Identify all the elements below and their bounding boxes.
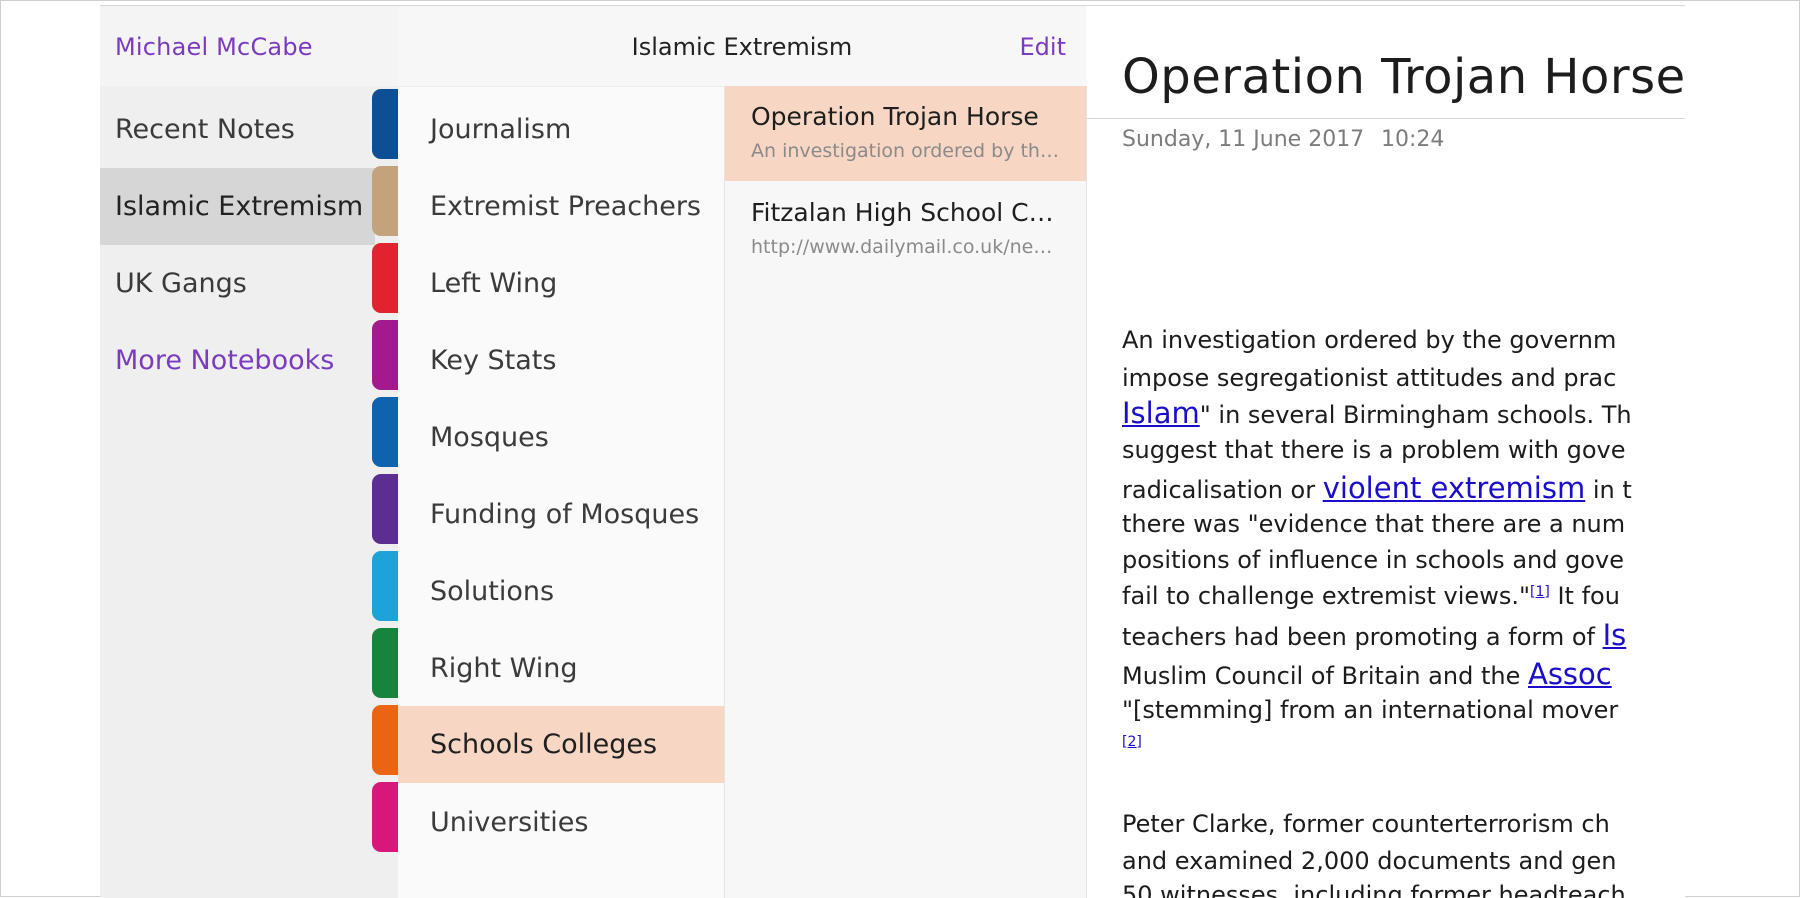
section-left-wing[interactable]: Left Wing <box>398 245 724 322</box>
notebooks-header: Michael McCabe <box>100 6 398 86</box>
notebooks-panel: Michael McCabe Recent Notes Islamic Extr… <box>100 6 398 898</box>
page-preview: An investigation ordered by the governme… <box>751 140 1060 162</box>
pages-panel: Operation Trojan Horse An investigation … <box>725 86 1087 898</box>
link-islam[interactable]: Islam <box>1122 396 1200 430</box>
notebook-header: Islamic Extremism Edit <box>398 6 1086 87</box>
page-title: Operation Trojan Horse <box>751 102 1039 131</box>
title-divider <box>1087 118 1685 119</box>
page-item-operation-trojan-horse[interactable]: Operation Trojan Horse An investigation … <box>725 86 1086 181</box>
link-association[interactable]: Assoc <box>1528 657 1612 691</box>
section-solutions[interactable]: Solutions <box>398 553 724 630</box>
note-title[interactable]: Operation Trojan Horse <box>1122 49 1685 105</box>
page-title: Fitzalan High School College <box>751 198 1060 227</box>
note-time: 10:24 <box>1381 127 1445 152</box>
section-schools-colleges[interactable]: Schools Colleges <box>398 706 724 783</box>
section-extremist-preachers[interactable]: Extremist Preachers <box>398 168 724 245</box>
link-islam-2[interactable]: Is <box>1603 618 1627 652</box>
more-notebooks-link[interactable]: More Notebooks <box>100 322 375 399</box>
note-canvas[interactable]: Operation Trojan Horse Sunday, 11 June 2… <box>1087 6 1685 898</box>
sections-panel: Journalism Extremist Preachers Left Wing… <box>398 6 725 898</box>
footnote-ref-1[interactable]: [1] <box>1530 584 1550 600</box>
notebook-uk-gangs[interactable]: UK Gangs <box>100 245 375 322</box>
edit-button[interactable]: Edit <box>1020 33 1066 61</box>
notebook-title: Islamic Extremism <box>631 33 853 61</box>
section-right-wing[interactable]: Right Wing <box>398 630 724 707</box>
section-mosques[interactable]: Mosques <box>398 399 724 476</box>
link-violent-extremism[interactable]: violent extremism <box>1323 471 1586 505</box>
section-universities[interactable]: Universities <box>398 784 724 861</box>
page-preview: http://www.dailymail.co.uk/news/article <box>751 236 1060 258</box>
page-item-fitzalan-high-school[interactable]: Fitzalan High School College http://www.… <box>725 182 1086 277</box>
section-key-stats[interactable]: Key Stats <box>398 322 724 399</box>
notebook-islamic-extremism[interactable]: Islamic Extremism <box>100 168 375 245</box>
section-funding-of-mosques[interactable]: Funding of Mosques <box>398 476 724 553</box>
note-date: Sunday, 11 June 2017 <box>1122 127 1365 152</box>
onenote-app: Michael McCabe Recent Notes Islamic Extr… <box>100 6 1685 898</box>
footnote-ref-2[interactable]: [2] <box>1122 734 1142 750</box>
section-journalism[interactable]: Journalism <box>398 91 724 168</box>
notebook-recent-notes[interactable]: Recent Notes <box>100 91 375 168</box>
account-name[interactable]: Michael McCabe <box>115 33 313 61</box>
